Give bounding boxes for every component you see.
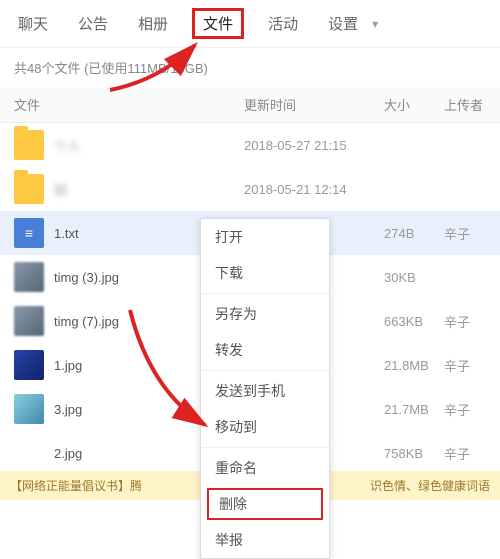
file-size: 758KB (384, 446, 444, 461)
file-uploader: 辛子 (444, 356, 486, 375)
context-menu-item[interactable]: 下载 (201, 255, 329, 291)
col-size[interactable]: 大小 (384, 95, 444, 114)
file-size: 21.8MB (384, 358, 444, 373)
thumbnail-icon (14, 306, 44, 336)
footer-right: 识色情、绿色健康词语 (370, 477, 490, 494)
annotation-arrow-icon (100, 40, 220, 100)
document-icon: ≡ (14, 218, 44, 248)
footer-left: 【网络正能量倡议书】腾 (10, 477, 142, 494)
thumbnail-icon (14, 262, 44, 292)
file-name: 图 (54, 180, 244, 199)
col-time[interactable]: 更新时间 (244, 95, 384, 114)
file-uploader: 辛子 (444, 312, 486, 331)
file-size: 663KB (384, 314, 444, 329)
thumbnail-icon (14, 394, 44, 424)
context-menu-item[interactable]: 删除 (207, 488, 323, 520)
file-size: 21.7MB (384, 402, 444, 417)
folder-row[interactable]: 个人2018-05-27 21:15 (0, 123, 500, 167)
file-name: 个人 (54, 136, 244, 155)
folder-row[interactable]: 图2018-05-21 12:14 (0, 167, 500, 211)
tab-chat[interactable]: 聊天 (12, 9, 54, 38)
file-uploader: 辛子 (444, 444, 486, 463)
file-time: 2018-05-21 12:14 (244, 182, 384, 197)
thumbnail-icon (14, 350, 44, 380)
file-time: 2018-05-27 21:15 (244, 138, 384, 153)
folder-icon (14, 130, 44, 160)
col-uploader[interactable]: 上传者 (444, 95, 486, 114)
tab-album[interactable]: 相册 (132, 9, 174, 38)
context-menu-item[interactable]: 打开 (201, 219, 329, 255)
file-uploader: 辛子 (444, 224, 486, 243)
tab-bar: 聊天 公告 相册 文件 活动 设置 ▾ (0, 0, 500, 48)
thumbnail-icon (14, 438, 44, 468)
file-size: 30KB (384, 270, 444, 285)
tab-files[interactable]: 文件 (192, 8, 244, 39)
chevron-down-icon[interactable]: ▾ (372, 17, 378, 31)
context-menu-item[interactable]: 重命名 (201, 450, 329, 486)
file-uploader: 辛子 (444, 400, 486, 419)
tab-notice[interactable]: 公告 (72, 9, 114, 38)
file-size: 274B (384, 226, 444, 241)
annotation-arrow-icon (120, 300, 240, 440)
tab-activity[interactable]: 活动 (262, 9, 304, 38)
context-menu-item[interactable]: 举报 (201, 522, 329, 558)
folder-icon (14, 174, 44, 204)
tab-settings[interactable]: 设置 (322, 9, 364, 38)
storage-summary: 共48个文件 (已使用111MB/10GB) (0, 48, 500, 87)
column-headers: 文件 更新时间 大小 上传者 (0, 87, 500, 123)
